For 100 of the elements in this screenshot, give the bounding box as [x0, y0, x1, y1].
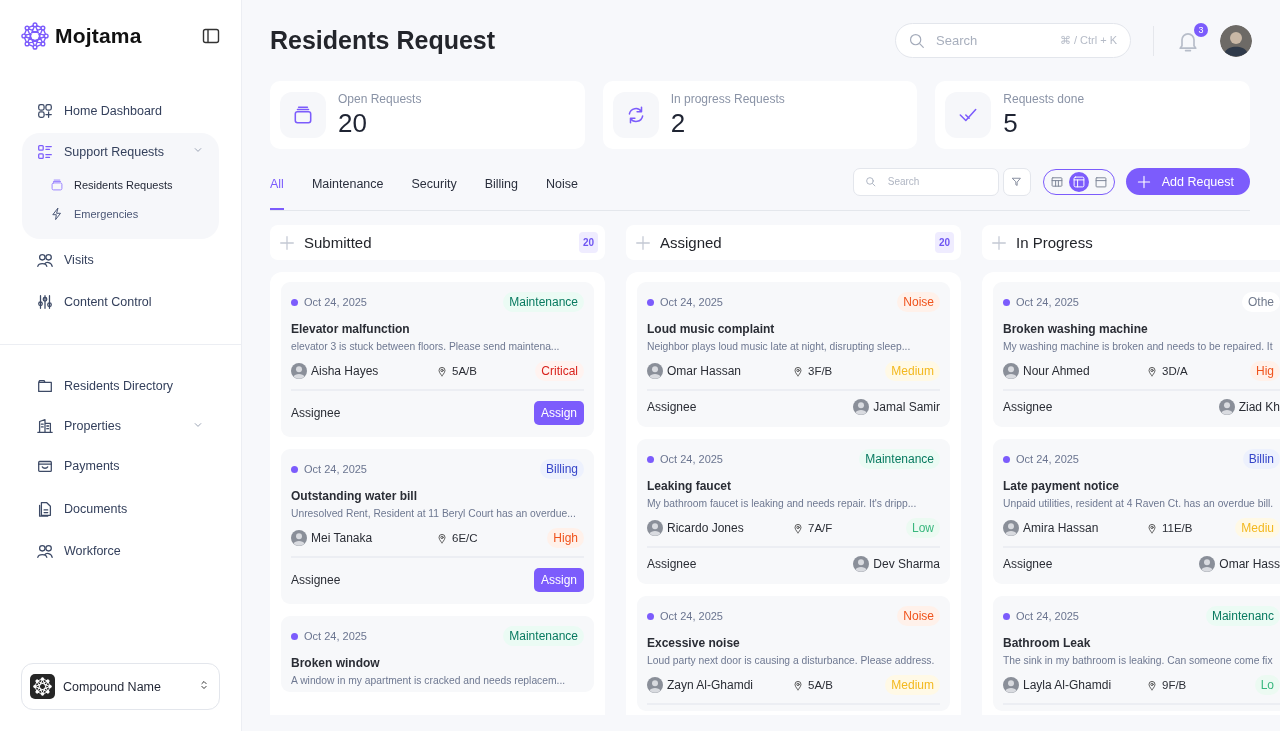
- request-description: Neighbor plays loud music late at night, disrupting sleep...: [647, 341, 912, 352]
- filter-tab[interactable]: Maintenance: [311, 149, 384, 210]
- add-request-button[interactable]: Add Request: [1125, 168, 1250, 195]
- location-pin-icon: [436, 532, 448, 544]
- request-date: Oct 24, 2025: [660, 610, 723, 622]
- nav-item[interactable]: Payments: [22, 445, 219, 488]
- avatar: [853, 556, 870, 572]
- resident-name: Aisha Hayes: [311, 364, 379, 378]
- search-field[interactable]: Search: [852, 167, 999, 196]
- filter-tab[interactable]: Billing: [484, 149, 518, 210]
- filter-tab[interactable]: Security: [411, 149, 457, 210]
- category-tag: Noise: [897, 606, 940, 626]
- nav-item[interactable]: Workforce: [22, 530, 219, 573]
- page-title: Residents Request: [270, 26, 496, 55]
- compound-selector[interactable]: Compound Name: [21, 663, 220, 710]
- category-tag: Maintenance: [859, 449, 940, 469]
- view-button[interactable]: [1068, 171, 1089, 192]
- category-tag: Maintenance: [503, 292, 584, 312]
- notification-count: 3: [1194, 22, 1208, 37]
- document-icon: [36, 499, 54, 518]
- priority-tag: Mediu: [1235, 518, 1280, 538]
- assignee-name: Jamal Samir: [873, 400, 940, 414]
- status-dot: [647, 455, 654, 463]
- unit-number: 9F/B: [1162, 679, 1187, 691]
- request-date: Oct 24, 2025: [1016, 296, 1079, 308]
- category-tag: Noise: [897, 292, 940, 312]
- request-card[interactable]: Oct 24, 2025 Billin Late payment notice Unpaid utilities, resident at 4 Raven Ct. has an overdue bill. Amira Hassan 11E/B Mediu Assignee Omar Hass: [993, 439, 1280, 584]
- brand-name: Mojtama: [55, 24, 142, 48]
- request-description: Unresolved Rent, Resident at 11 Beryl Court has an overdue...: [291, 508, 577, 519]
- request-description: A window in my apartment is cracked and needs replacem...: [291, 675, 567, 686]
- request-description: Unpaid utilities, resident at 4 Raven Ct. has an overdue bill.: [1003, 498, 1275, 509]
- request-date: Oct 24, 2025: [304, 630, 367, 642]
- resident-name: Layla Al-Ghamdi: [1023, 678, 1112, 692]
- nav-item[interactable]: Residents Directory: [22, 364, 219, 407]
- priority-tag: Lo: [1254, 675, 1280, 695]
- user-avatar[interactable]: [1220, 24, 1252, 57]
- request-card[interactable]: Oct 24, 2025 Billing Outstanding water bill Unresolved Rent, Resident at 11 Beryl Court has an overdue... Mei Tanaka 6E/C High Assignee Assign: [281, 449, 594, 604]
- request-card[interactable]: Oct 24, 2025 Maintenance Leaking faucet My bathroom faucet is leaking and needs repair. It's dripp... Ricardo Jones 7A/F Low Assignee Dev Sharma: [637, 439, 950, 584]
- status-dot: [291, 298, 298, 306]
- assignee-name: Dev Sharma: [873, 557, 940, 571]
- request-title: Loud music complaint: [647, 322, 776, 336]
- priority-tag: Medium: [885, 675, 940, 695]
- status-dot: [647, 612, 654, 620]
- grid-icon: [36, 102, 54, 121]
- status-dot: [291, 632, 298, 640]
- location-pin-icon: [1146, 522, 1158, 534]
- avatar: [853, 399, 870, 415]
- sidebar-toggle-button[interactable]: [201, 26, 221, 46]
- shortcut-hint: ⌘ / Ctrl + K: [1059, 34, 1117, 47]
- request-card[interactable]: Oct 24, 2025 Noise Excessive noise Loud party next door is causing a disturbance. Please address. Zayn Al-Ghamdi 5A/B Medium: [637, 596, 950, 711]
- request-date: Oct 24, 2025: [304, 296, 367, 308]
- category-tag: Othe: [1242, 292, 1280, 312]
- nav-subitem[interactable]: Emergencies: [22, 199, 219, 229]
- calendar-icon: [1093, 174, 1108, 189]
- location-pin-icon: [1146, 679, 1158, 691]
- resident-name: Amira Hassan: [1023, 521, 1099, 535]
- avatar: [1218, 399, 1235, 415]
- lightning-icon: [50, 207, 64, 221]
- request-card[interactable]: Oct 24, 2025 Othe Broken washing machine My washing machine is broken and needs to be repaired. It Nour Ahmed 3D/A Hig Assignee Ziad Kh: [993, 282, 1280, 427]
- unit-number: 3F/B: [808, 365, 833, 377]
- filter-tab[interactable]: All: [270, 149, 284, 210]
- filter-icon: [1010, 175, 1024, 188]
- location-pin-icon: [1146, 365, 1158, 377]
- nav-item[interactable]: Properties: [22, 407, 219, 445]
- request-date: Oct 24, 2025: [660, 296, 723, 308]
- plus-icon: [1135, 173, 1152, 190]
- nav-item[interactable]: Content Control: [22, 281, 219, 324]
- request-card[interactable]: Oct 24, 2025 Maintenance Broken window A window in my apartment is cracked and needs replacem...: [281, 616, 594, 692]
- nav-item[interactable]: Home Dashboard: [22, 90, 219, 133]
- status-dot: [1003, 298, 1010, 306]
- building-icon: [36, 417, 54, 435]
- column-title: Submitted: [304, 234, 372, 251]
- request-description: elevator 3 is stuck between floors. Please send maintena...: [291, 341, 561, 352]
- category-tag: Maintenanc: [1205, 606, 1280, 626]
- category-tag: Billin: [1242, 449, 1280, 469]
- table-view-icon: [1049, 174, 1064, 189]
- status-dot: [291, 465, 298, 473]
- assignee-label: Assignee: [291, 573, 341, 587]
- sliders-icon: [36, 293, 54, 312]
- request-card[interactable]: Oct 24, 2025 Noise Loud music complaint Neighbor plays loud music late at night, disrupting sleep... Omar Hassan 3F/B Medium Assignee Jamal Samir: [637, 282, 950, 427]
- board-view-icon: [1071, 174, 1086, 189]
- nav-item[interactable]: Documents: [22, 487, 219, 530]
- assign-button[interactable]: Assign: [533, 568, 584, 592]
- unit-number: 5A/B: [452, 365, 477, 377]
- count-badge: 20: [578, 232, 598, 253]
- avatar: [1199, 556, 1216, 572]
- nav-subitem[interactable]: Residents Requests: [22, 170, 219, 200]
- search-icon: [864, 175, 876, 187]
- column-title: In Progress: [1016, 234, 1093, 251]
- stat-label: In progress Requests: [670, 91, 785, 106]
- request-date: Oct 24, 2025: [1016, 610, 1079, 622]
- filter-tab[interactable]: Noise: [546, 149, 578, 210]
- request-card[interactable]: Oct 24, 2025 Maintenanc Bathroom Leak The sink in my bathroom is leaking. Can someone come fix Layla Al-Ghamdi 9F/B Lo: [993, 596, 1280, 711]
- request-card[interactable]: Oct 24, 2025 Maintenance Elevator malfunction elevator 3 is stuck between floors. Please send maintena... Aisha Hayes 5A/B Critical Assignee Assign: [281, 282, 594, 437]
- assign-button[interactable]: Assign: [533, 401, 584, 425]
- category-tag: Billing: [540, 459, 584, 479]
- request-date: Oct 24, 2025: [660, 453, 723, 465]
- nav-item[interactable]: Visits: [22, 238, 219, 281]
- unit-number: 6E/C: [452, 532, 478, 544]
- nav-item[interactable]: Support Requests: [22, 132, 219, 171]
